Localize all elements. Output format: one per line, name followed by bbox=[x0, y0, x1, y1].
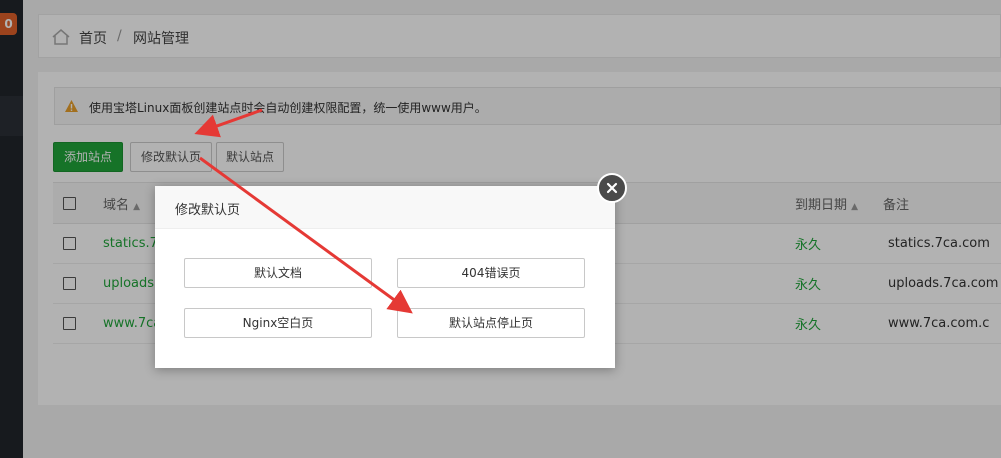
dialog-header: 修改默认页 bbox=[155, 186, 615, 229]
site-stopped-page-button[interactable]: 默认站点停止页 bbox=[397, 308, 585, 338]
nginx-blank-page-button[interactable]: Nginx空白页 bbox=[184, 308, 372, 338]
default-document-button[interactable]: 默认文档 bbox=[184, 258, 372, 288]
modify-default-page-dialog: 修改默认页 默认文档 404错误页 Nginx空白页 默认站点停止页 bbox=[155, 186, 615, 368]
error-404-page-button[interactable]: 404错误页 bbox=[397, 258, 585, 288]
dialog-title: 修改默认页 bbox=[175, 203, 241, 218]
close-icon bbox=[606, 182, 618, 194]
close-dialog-button[interactable] bbox=[597, 173, 627, 203]
